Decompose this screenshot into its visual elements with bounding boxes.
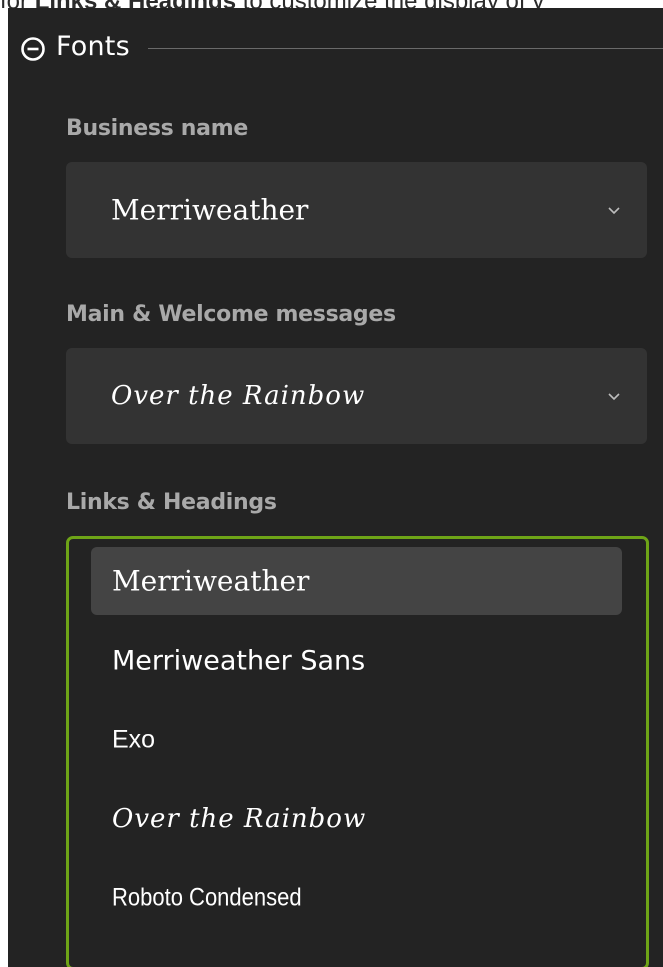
links-headings-listbox[interactable]: Merriweather Merriweather Sans Exo Over … <box>66 536 649 967</box>
option-label: Roboto Condensed <box>112 883 302 912</box>
section-title: Fonts <box>56 30 130 62</box>
main-welcome-value: Over the Rainbow <box>111 381 366 411</box>
fonts-section-header[interactable]: Fonts <box>20 26 663 66</box>
option-label: Exo <box>112 725 156 754</box>
instruction-suffix: to customize the display of y <box>236 0 545 8</box>
instruction-prefix: for <box>0 0 35 8</box>
instruction-emphasis: Links & Headings <box>35 0 236 8</box>
business-name-value: Merriweather <box>111 193 309 227</box>
font-option-merriweather-sans[interactable]: Merriweather Sans <box>91 627 622 695</box>
main-welcome-label: Main & Welcome messages <box>66 302 396 327</box>
links-headings-label: Links & Headings <box>66 490 277 515</box>
chevron-down-icon <box>608 207 620 215</box>
minus-circle-icon[interactable] <box>20 36 46 62</box>
chevron-down-icon <box>608 393 620 401</box>
instruction-text: for Links & Headings to customize the di… <box>0 0 663 8</box>
section-divider <box>147 47 663 49</box>
font-option-over-the-rainbow[interactable]: Over the Rainbow <box>91 785 622 853</box>
business-name-select[interactable]: Merriweather <box>66 162 647 258</box>
business-name-label: Business name <box>66 116 248 141</box>
option-label: Over the Rainbow <box>112 804 367 834</box>
fonts-panel: Fonts Business name Merriweather Main & … <box>8 8 663 967</box>
font-option-merriweather[interactable]: Merriweather <box>91 547 622 615</box>
main-welcome-select[interactable]: Over the Rainbow <box>66 348 647 444</box>
option-label: Merriweather Sans <box>112 645 366 677</box>
font-option-roboto-condensed[interactable]: Roboto Condensed <box>91 864 622 932</box>
font-option-exo[interactable]: Exo <box>91 706 622 774</box>
option-label: Merriweather <box>112 564 310 598</box>
